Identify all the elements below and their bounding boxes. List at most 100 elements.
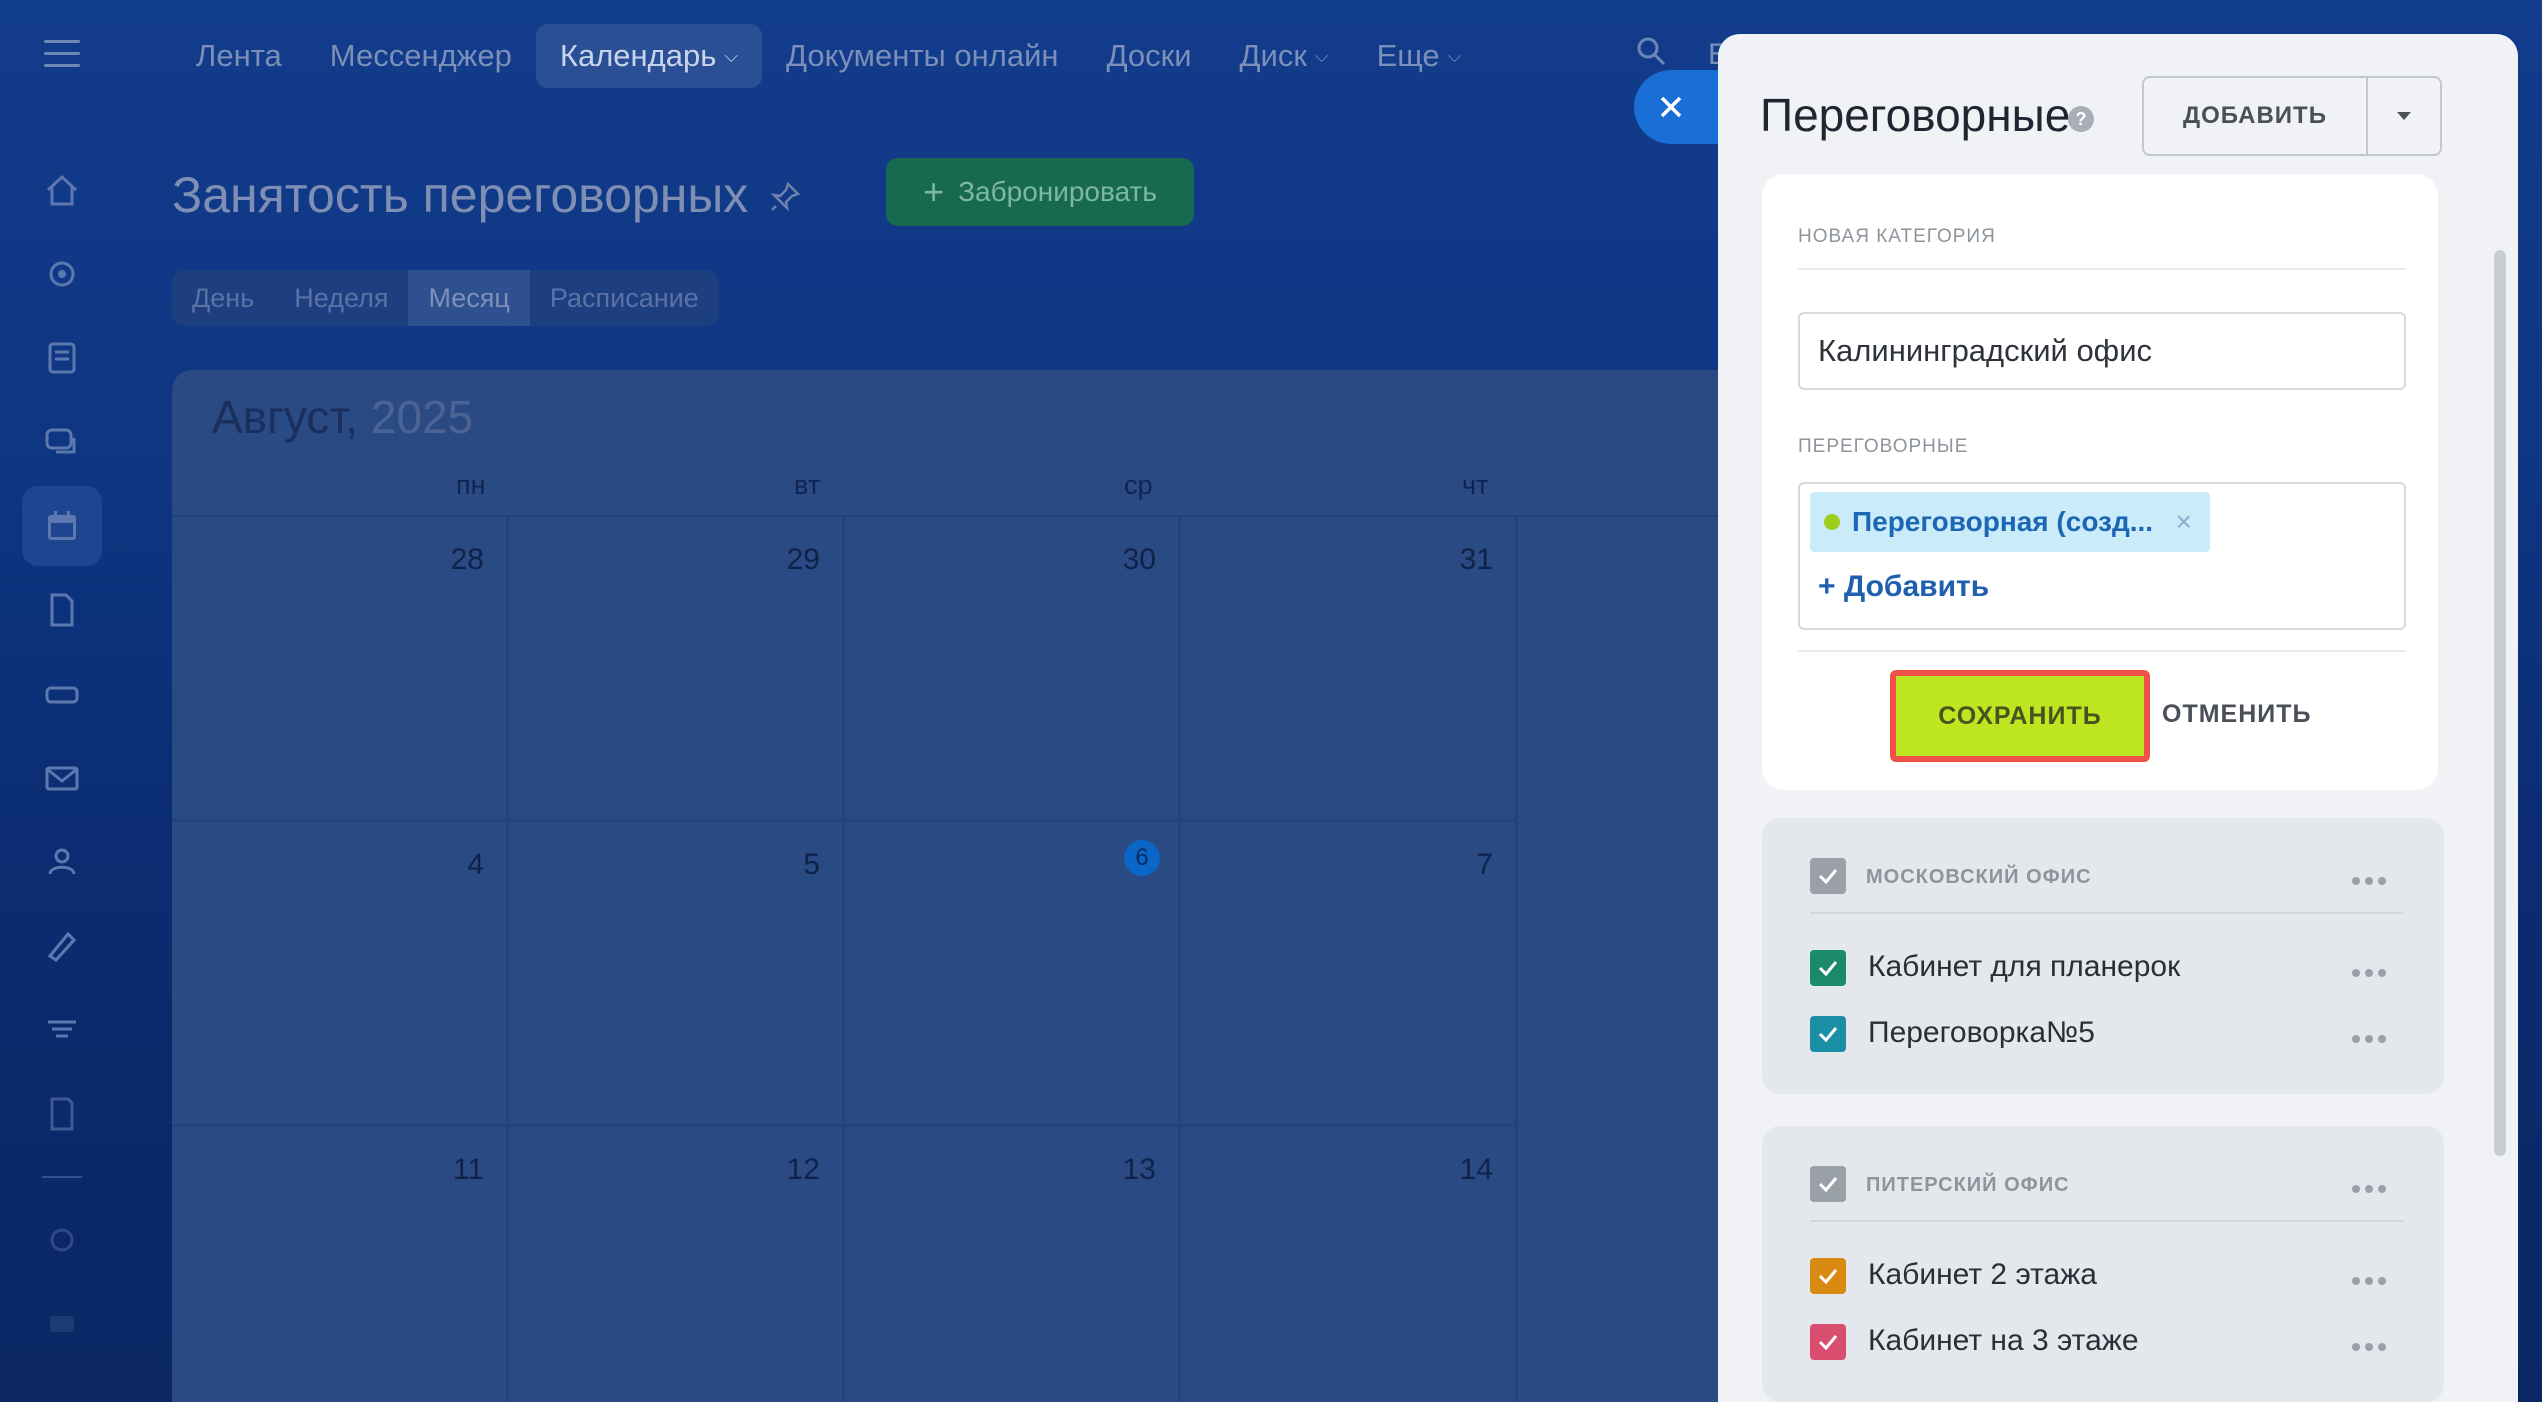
tab-month[interactable]: Месяц (408, 270, 530, 326)
check-icon (1818, 1177, 1838, 1193)
nav-item-more[interactable]: Еще ⌵ (1353, 24, 1486, 88)
sign-icon[interactable] (22, 906, 102, 986)
room-name: Переговорка№5 (1868, 1016, 2095, 1049)
news-icon[interactable] (22, 318, 102, 398)
weekday-label: вт (794, 470, 821, 500)
category-name-input[interactable] (1798, 312, 2406, 390)
status-dot (1824, 514, 1840, 530)
panel-scrollbar[interactable] (2494, 250, 2506, 1156)
category-title: МОСКОВСКИЙ ОФИС (1866, 866, 2092, 888)
caret-down-icon (2397, 112, 2411, 120)
weekday-label: ср (1124, 470, 1153, 500)
day-cell[interactable]: 11 (172, 1127, 509, 1402)
category-section: МОСКОВСКИЙ ОФИС Кабинет для планерок Пер… (1762, 818, 2444, 1094)
more-icon[interactable] (2352, 1338, 2392, 1351)
check-icon (1818, 961, 1838, 977)
day-cell[interactable]: 4 (172, 822, 509, 1127)
divider (1810, 1220, 2404, 1222)
nav-item-messenger[interactable]: Мессенджер (306, 24, 536, 88)
category-checkbox[interactable] (1810, 858, 1846, 894)
more-icon[interactable] (2352, 1180, 2392, 1193)
chevron-down-icon: ⌵ (724, 45, 739, 66)
drive-icon[interactable] (22, 654, 102, 734)
room-checkbox[interactable] (1810, 1324, 1846, 1360)
category-section: ПИТЕРСКИЙ ОФИС Кабинет 2 этажа Кабинет н… (1762, 1126, 2444, 1402)
category-checkbox[interactable] (1810, 1166, 1846, 1202)
day-cell[interactable]: 7 (1181, 822, 1518, 1127)
more-icon[interactable] (2352, 1272, 2392, 1285)
weekday-label: чт (1462, 470, 1489, 500)
mail-icon[interactable] (22, 738, 102, 818)
weekday-label: пн (456, 470, 486, 500)
chat-icon[interactable] (22, 402, 102, 482)
room-name: Кабинет для планерок (1868, 950, 2181, 983)
category-title: ПИТЕРСКИЙ ОФИС (1866, 1174, 2070, 1196)
divider (1798, 268, 2406, 270)
day-cell[interactable]: 5 (509, 822, 845, 1127)
nav-item-documents[interactable]: Документы онлайн (762, 24, 1083, 88)
day-cell[interactable]: 6 (845, 822, 1181, 1127)
collab-icon[interactable] (22, 234, 102, 314)
room-chip[interactable]: Переговорная (созд... × (1810, 492, 2210, 552)
day-cell[interactable]: 29 (509, 517, 845, 822)
cancel-button[interactable]: ОТМЕНИТЬ (2162, 700, 2311, 729)
rooms-label: ПЕРЕГОВОРНЫЕ (1798, 436, 1969, 457)
document-icon[interactable] (22, 570, 102, 650)
page-title: Занятость переговорных (172, 167, 749, 223)
nav-item-boards[interactable]: Доски (1083, 24, 1216, 88)
add-button-label[interactable]: ДОБАВИТЬ (2144, 78, 2368, 154)
left-sidebar (22, 150, 102, 1368)
book-button[interactable]: + Забронировать (886, 158, 1194, 226)
day-cell[interactable]: 28 (172, 517, 509, 822)
tab-schedule[interactable]: Расписание (530, 270, 719, 326)
extra-icon[interactable] (22, 1284, 102, 1364)
save-button[interactable]: СОХРАНИТЬ (1890, 670, 2150, 762)
day-cell[interactable]: 14 (1181, 1127, 1518, 1402)
top-navigation: Лента Мессенджер Календарь ⌵ Документы он… (172, 24, 1485, 88)
add-button[interactable]: ДОБАВИТЬ (2142, 76, 2442, 156)
more-icon[interactable] (2352, 1030, 2392, 1043)
tasks-icon[interactable] (22, 1074, 102, 1154)
nav-item-disk[interactable]: Диск ⌵ (1216, 24, 1353, 88)
room-name: Кабинет на 3 этаже (1868, 1324, 2139, 1357)
day-cell[interactable]: 30 (845, 517, 1181, 822)
funnel-icon[interactable] (22, 990, 102, 1070)
tab-week[interactable]: Неделя (274, 270, 408, 326)
more-icon[interactable] (2352, 872, 2392, 885)
home-icon[interactable] (22, 150, 102, 230)
check-icon (1818, 1269, 1838, 1285)
help-icon[interactable]: ? (2068, 106, 2094, 132)
more-icon[interactable] (2352, 964, 2392, 977)
calendar-month-title: Август, 2025 (212, 391, 474, 443)
pin-icon[interactable] (768, 180, 802, 214)
users-icon[interactable] (22, 822, 102, 902)
check-icon (1818, 869, 1838, 885)
plus-icon: + (923, 171, 945, 212)
room-checkbox[interactable] (1810, 950, 1846, 986)
divider (1798, 650, 2406, 652)
menu-icon[interactable] (44, 40, 80, 70)
day-cell[interactable]: 13 (845, 1127, 1181, 1402)
remove-chip-icon[interactable]: × (2176, 506, 2192, 538)
day-cell[interactable]: 31 (1181, 517, 1518, 822)
chevron-down-icon: ⌵ (1447, 45, 1462, 66)
dropdown-caret[interactable] (2368, 78, 2440, 154)
panel-title: Переговорные (1760, 89, 2071, 141)
check-icon (1818, 1335, 1838, 1351)
nav-item-feed[interactable]: Лента (172, 24, 306, 88)
room-checkbox[interactable] (1810, 1016, 1846, 1052)
calendar-icon[interactable] (22, 486, 102, 566)
room-checkbox[interactable] (1810, 1258, 1846, 1294)
close-icon (1660, 96, 1682, 118)
settings-icon[interactable] (22, 1200, 102, 1280)
search-icon[interactable] (1636, 36, 1666, 66)
chevron-down-icon: ⌵ (1314, 45, 1329, 66)
nav-item-calendar[interactable]: Календарь ⌵ (535, 24, 763, 88)
day-cell[interactable]: 12 (509, 1127, 845, 1402)
add-room-link[interactable]: + Добавить (1818, 570, 1989, 604)
tab-day[interactable]: День (172, 270, 274, 326)
check-icon (1818, 1027, 1838, 1043)
view-tabs: День Неделя Месяц Расписание (172, 270, 719, 326)
calendar-grid: Август, 2025 пн вт ср чт 28 29 30 31 4 5… (172, 370, 1732, 1402)
today-marker: 6 (1124, 840, 1160, 876)
